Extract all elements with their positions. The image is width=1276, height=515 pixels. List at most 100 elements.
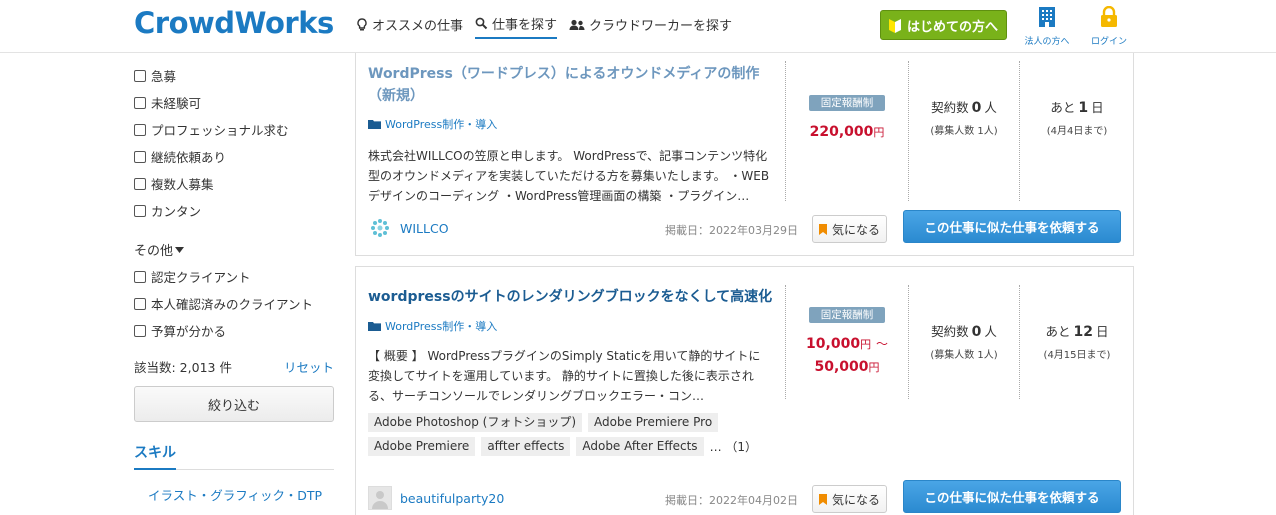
- checkbox[interactable]: [134, 123, 146, 136]
- other-title-label: その他: [134, 244, 174, 259]
- filter-professional[interactable]: プロフェッショナル求む: [134, 116, 334, 143]
- deadline-date: (4月15日まで): [1043, 350, 1111, 361]
- nav-find-workers-label: クラウドワーカーを探す: [589, 19, 733, 34]
- filter-no-experience[interactable]: 未経験可: [134, 89, 334, 116]
- filter-continuous[interactable]: 継続依頼あり: [134, 143, 334, 170]
- client-info[interactable]: WILLCO: [368, 216, 449, 240]
- contract-label: 契約数: [931, 100, 969, 115]
- filter-multiple[interactable]: 複数人募集: [134, 170, 334, 197]
- checkbox[interactable]: [134, 96, 146, 109]
- checkbox[interactable]: [134, 324, 146, 337]
- checkbox[interactable]: [134, 150, 146, 163]
- search-icon: [475, 17, 488, 30]
- remaining-unit: 日: [1095, 324, 1109, 339]
- job-category-label: WordPress制作・導入: [385, 320, 498, 333]
- other-section-title[interactable]: その他: [134, 236, 334, 263]
- filter-certified-client[interactable]: 認定クライアント: [134, 263, 334, 290]
- filter-label: 急募: [151, 69, 177, 84]
- checkbox[interactable]: [134, 177, 146, 190]
- deadline-info: あと 12 日 (4月15日まで): [1020, 321, 1134, 361]
- nav-find-workers[interactable]: クラウドワーカーを探す: [569, 14, 732, 39]
- apply-filter-button[interactable]: 絞り込む: [134, 386, 334, 422]
- yen-unit: 円: [873, 126, 885, 139]
- skill-tags: Adobe Photoshop (フォトショップ) Adobe Premiere…: [368, 413, 788, 456]
- job-category[interactable]: WordPress制作・導入: [368, 318, 497, 334]
- corporate-link[interactable]: 法人の方へ: [1018, 6, 1076, 47]
- favorite-label: 気になる: [831, 492, 880, 507]
- filter-easy[interactable]: カンタン: [134, 197, 334, 224]
- request-similar-button[interactable]: この仕事に似た仕事を依頼する: [903, 210, 1121, 243]
- posted-date: 掲載日：2022年03月29日: [665, 224, 798, 237]
- remaining-days: 1: [1078, 100, 1089, 116]
- skill-tag[interactable]: Adobe Premiere Pro: [588, 413, 719, 432]
- client-name[interactable]: WILLCO: [400, 221, 449, 236]
- site-header: CrowdWorks オススメの仕事 仕事を探す クラウドワーカーを探す はじめ…: [0, 0, 1276, 53]
- checkbox[interactable]: [134, 69, 146, 82]
- checkbox[interactable]: [134, 204, 146, 217]
- crowdworks-logo[interactable]: CrowdWorks: [134, 6, 334, 40]
- skill-tag[interactable]: affter effects: [481, 437, 571, 456]
- contract-count: 0: [971, 324, 982, 340]
- first-time-button[interactable]: はじめての方へ: [880, 10, 1007, 40]
- caret-down-icon: [175, 246, 185, 253]
- filter-label: 本人確認済みのクライアント: [151, 297, 314, 312]
- main-nav: オススメの仕事 仕事を探す クラウドワーカーを探す: [356, 14, 744, 39]
- request-similar-button[interactable]: この仕事に似た仕事を依頼する: [903, 480, 1121, 513]
- job-category[interactable]: WordPress制作・導入: [368, 116, 497, 132]
- nav-recommended[interactable]: オススメの仕事: [356, 14, 463, 39]
- filter-label: 予算が分かる: [151, 324, 227, 339]
- checkbox[interactable]: [134, 297, 146, 310]
- favorite-button[interactable]: 気になる: [812, 215, 887, 243]
- contract-unit: 人: [984, 100, 997, 115]
- client-avatar[interactable]: [368, 216, 392, 240]
- folder-icon: [368, 120, 381, 129]
- remaining-unit: 日: [1091, 100, 1104, 115]
- filter-label: 継続依頼あり: [151, 150, 227, 165]
- filter-label: カンタン: [151, 204, 202, 219]
- nav-find-jobs[interactable]: 仕事を探す: [475, 14, 558, 39]
- reset-link[interactable]: リセット: [284, 357, 334, 376]
- result-summary: 該当数: 2,013 件 リセット: [134, 356, 334, 376]
- default-avatar-icon: [372, 491, 388, 509]
- filter-budget-known[interactable]: 予算が分かる: [134, 317, 334, 344]
- skill-tag[interactable]: Adobe Premiere: [368, 437, 476, 456]
- filter-urgent[interactable]: 急募: [134, 62, 334, 89]
- job-price: 10,000円 〜 50,000円: [786, 333, 908, 379]
- folder-icon: [368, 322, 381, 331]
- job-title[interactable]: wordpressのサイトのレンダリングブロックをなくして高速化: [368, 286, 778, 308]
- first-time-label: はじめての方へ: [906, 19, 998, 35]
- client-info[interactable]: beautifulparty20: [368, 486, 504, 510]
- posted-date: 掲載日：2022年04月02日: [665, 494, 798, 507]
- nav-recommended-label: オススメの仕事: [372, 19, 464, 34]
- checkbox[interactable]: [134, 270, 146, 283]
- lightbulb-icon: [357, 17, 367, 30]
- job-title[interactable]: WordPress（ワードプレス）によるオウンドメディアの制作（新規）: [368, 63, 768, 107]
- remaining-days: 12: [1073, 324, 1093, 340]
- yen-unit: 円: [860, 338, 872, 351]
- users-icon: [569, 19, 585, 30]
- beginner-mark-icon: [888, 19, 901, 33]
- login-link[interactable]: ログイン: [1085, 5, 1133, 47]
- job-category-label: WordPress制作・導入: [385, 118, 498, 131]
- fixed-price-badge: 固定報酬制: [809, 307, 885, 323]
- lock-icon: [1101, 5, 1117, 27]
- skill-tag[interactable]: Adobe After Effects: [576, 437, 704, 456]
- price-amount: 220,000: [809, 124, 874, 140]
- corporate-label: 法人の方へ: [1024, 37, 1070, 47]
- client-avatar[interactable]: [368, 486, 392, 510]
- filter-verified-client[interactable]: 本人確認済みのクライアント: [134, 290, 334, 317]
- client-name[interactable]: beautifulparty20: [400, 491, 504, 506]
- skill-section-title: スキル: [134, 442, 176, 470]
- willco-logo-icon: [371, 219, 389, 237]
- login-label: ログイン: [1090, 37, 1127, 47]
- result-count: 該当数: 2,013 件: [134, 359, 232, 375]
- more-tags[interactable]: … （1）: [710, 438, 757, 455]
- contract-label: 契約数: [931, 324, 969, 339]
- skill-item-illustration[interactable]: イラスト・グラフィック・DTP: [148, 485, 334, 504]
- contract-count: 0: [971, 100, 982, 116]
- price-min: 10,000: [806, 336, 861, 352]
- favorite-button[interactable]: 気になる: [812, 485, 887, 513]
- job-card: WordPress（ワードプレス）によるオウンドメディアの制作（新規） Word…: [355, 52, 1134, 256]
- deadline-date: (4月4日まで): [1046, 126, 1108, 137]
- skill-tag[interactable]: Adobe Photoshop (フォトショップ): [368, 413, 582, 432]
